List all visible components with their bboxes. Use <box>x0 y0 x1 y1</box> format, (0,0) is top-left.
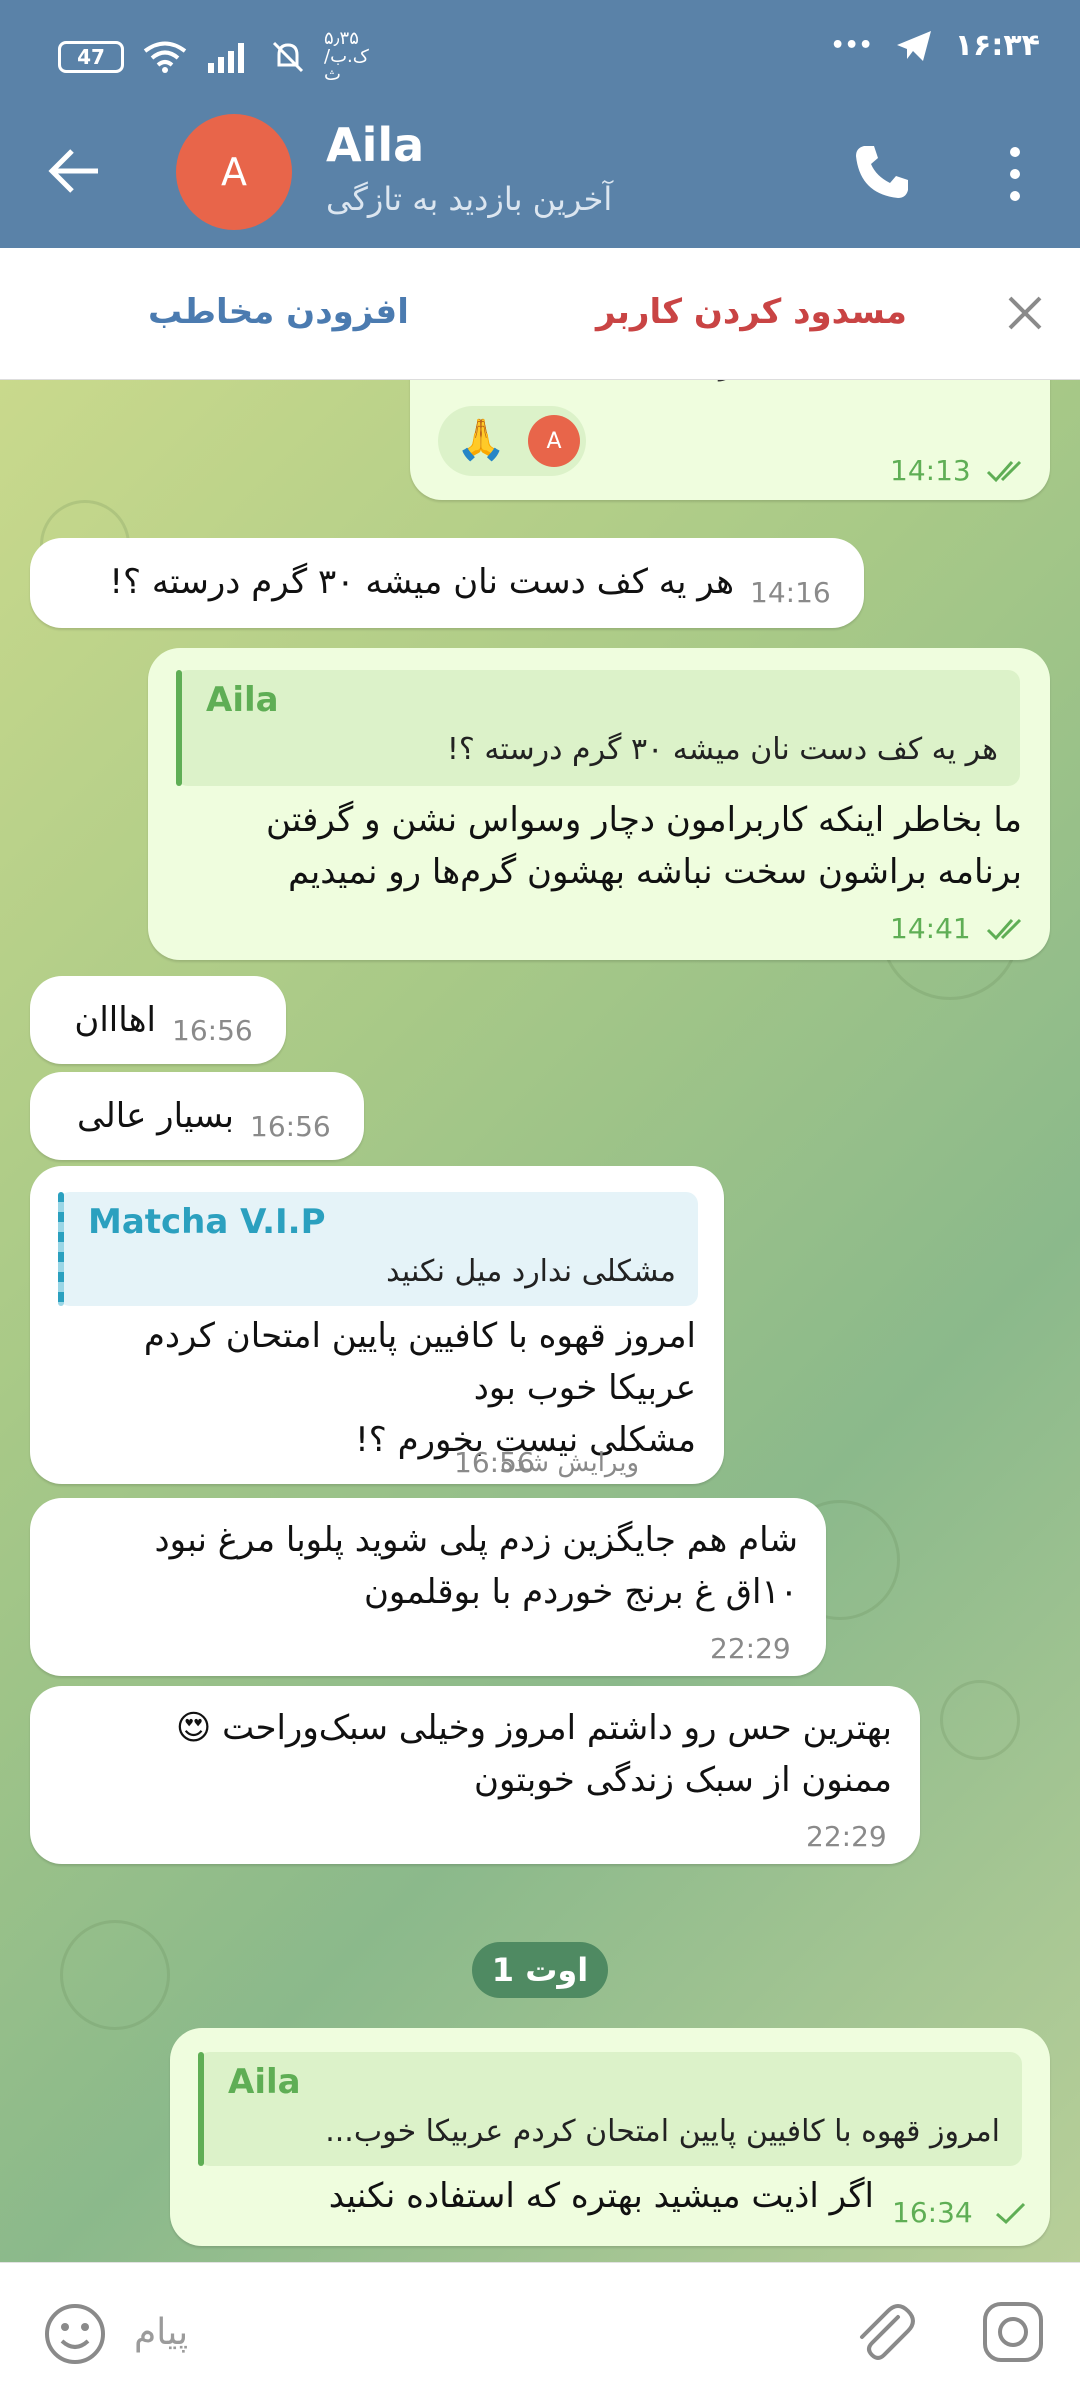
contact-action-bar: افزودن مخاطب مسدود کردن کاربر <box>0 248 1080 380</box>
reply-accent-bar <box>58 1192 64 1306</box>
reply-quote[interactable]: Matcha V.I.P مشکلی ندارد میل نکنید <box>58 1192 698 1306</box>
double-check-icon <box>986 918 1022 941</box>
message-time: 14:16 <box>750 576 831 609</box>
reaction-avatar: A <box>528 415 580 467</box>
reply-text: امروز قهوه با کافیین پایین امتحان کردم ع… <box>325 2114 1000 2149</box>
message-text: ما بخاطر اینکه کاربرامون دچار وسواس نشن … <box>266 800 1022 892</box>
background-doodle <box>60 1920 170 2030</box>
message-text: اگر اذیت میشید بهتره که استفاده نکنید <box>328 2176 874 2216</box>
clock: ۱۶:۳۴ <box>954 28 1040 63</box>
status-right: ••• ۱۶:۳۴ <box>831 28 1040 63</box>
reply-author: Matcha V.I.P <box>88 1202 326 1242</box>
chat-area[interactable]: مشکلی ندارد میل نکنید 🙏 A 14:13 هر یه کف… <box>0 380 1080 2262</box>
chat-title[interactable]: Aila <box>326 118 424 172</box>
block-user-button[interactable]: مسدود کردن کاربر <box>596 292 907 332</box>
message-input[interactable] <box>134 2297 834 2367</box>
message-bubble-incoming[interactable]: Matcha V.I.P مشکلی ندارد میل نکنید امروز… <box>30 1166 724 1484</box>
emoji-icon[interactable] <box>42 2301 108 2367</box>
message-bubble-incoming[interactable]: شام هم جایگزین زدم پلی شوید پلوبا مرغ نب… <box>30 1498 826 1676</box>
message-input-bar <box>0 2262 1080 2400</box>
message-text: امروز قهوه با کافیین پایین امتحان کردم ع… <box>143 1316 696 1460</box>
telegram-plane-icon <box>896 30 931 61</box>
reply-quote[interactable]: Aila هر یه کف دست نان میشه ۳۰ گرم درسته … <box>176 670 1020 786</box>
overflow-dots: ••• <box>830 33 873 58</box>
add-contact-button[interactable]: افزودن مخاطب <box>148 292 409 332</box>
battery-indicator: 47 <box>58 41 124 73</box>
message-text: بهترین حس رو داشتم امروز وخیلی سبک‌وراحت… <box>175 1708 892 1800</box>
message-time: 14:41 <box>890 912 971 945</box>
reaction-chip[interactable]: 🙏 A <box>438 406 586 476</box>
message-time: 16:56 <box>454 1446 535 1479</box>
message-time: 16:34 <box>892 2196 973 2229</box>
message-text: اهااان <box>74 1000 156 1040</box>
message-bubble-incoming[interactable]: بسیار عالی 16:56 <box>30 1072 364 1160</box>
reply-text: هر یه کف دست نان میشه ۳۰ گرم درسته ؟! <box>446 732 998 767</box>
message-text: بسیار عالی <box>77 1096 234 1136</box>
message-bubble-incoming[interactable]: بهترین حس رو داشتم امروز وخیلی سبک‌وراحت… <box>30 1686 920 1864</box>
camera-icon[interactable] <box>980 2299 1046 2365</box>
message-bubble-outgoing[interactable]: Aila امروز قهوه با کافیین پایین امتحان ک… <box>170 2028 1050 2246</box>
message-text: شام هم جایگزین زدم پلی شوید پلوبا مرغ نب… <box>154 1520 798 1612</box>
reply-author: Aila <box>206 680 279 720</box>
last-seen-status: آخرین بازدید به تازگی <box>326 180 613 218</box>
wifi-icon <box>143 41 187 73</box>
status-left: 47 ۵٫۳۵ ک.ب/ث <box>58 28 369 85</box>
more-vertical-icon[interactable] <box>1000 144 1030 204</box>
single-check-icon <box>996 2202 1026 2225</box>
paperclip-icon[interactable] <box>848 2297 918 2367</box>
double-check-icon <box>986 460 1022 483</box>
message-text: هر یه کف دست نان میشه ۳۰ گرم درسته ؟! <box>109 562 734 602</box>
message-text: مشکلی ندارد میل نکنید <box>562 380 890 388</box>
avatar[interactable]: A <box>176 114 292 230</box>
message-time: 16:56 <box>250 1110 331 1143</box>
message-time: 16:56 <box>172 1014 253 1047</box>
message-bubble-incoming[interactable]: هر یه کف دست نان میشه ۳۰ گرم درسته ؟! 14… <box>30 538 864 628</box>
message-bubble-incoming[interactable]: اهااان 16:56 <box>30 976 286 1064</box>
message-time: 14:13 <box>890 454 971 487</box>
reply-accent-bar <box>198 2052 204 2166</box>
data-speed: ۵٫۳۵ ک.ب/ث <box>324 28 369 85</box>
chat-header: A Aila آخرین بازدید به تازگی <box>0 110 1080 248</box>
date-divider: 1 اوت <box>472 1942 608 1998</box>
back-arrow-icon[interactable] <box>44 140 106 202</box>
mute-bell-icon <box>272 41 304 73</box>
reaction-emoji: 🙏 <box>456 417 506 463</box>
message-bubble-outgoing[interactable]: مشکلی ندارد میل نکنید 🙏 A 14:13 <box>410 380 1050 500</box>
reply-text: مشکلی ندارد میل نکنید <box>386 1254 676 1289</box>
message-time: 22:29 <box>710 1632 791 1665</box>
close-icon[interactable] <box>1004 292 1046 334</box>
reply-quote[interactable]: Aila امروز قهوه با کافیین پایین امتحان ک… <box>198 2052 1022 2166</box>
status-bar: 47 ۵٫۳۵ ک.ب/ث ••• ۱۶:۳۴ <box>0 0 1080 110</box>
background-doodle <box>940 1680 1020 1760</box>
phone-icon[interactable] <box>850 140 914 204</box>
message-bubble-outgoing[interactable]: Aila هر یه کف دست نان میشه ۳۰ گرم درسته … <box>148 648 1050 960</box>
reply-author: Aila <box>228 2062 301 2102</box>
signal-icon <box>208 43 244 73</box>
message-time: 22:29 <box>806 1820 887 1853</box>
reply-accent-bar <box>176 670 182 786</box>
